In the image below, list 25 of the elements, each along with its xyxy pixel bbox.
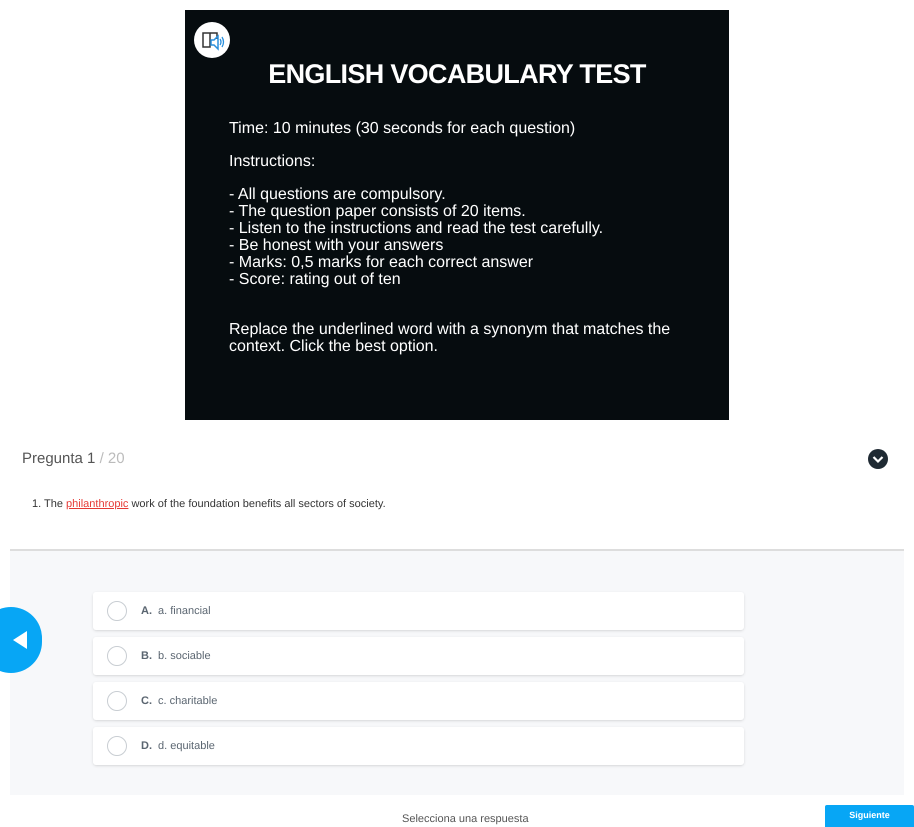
- rule-line: - The question paper consists of 20 items.: [229, 203, 527, 220]
- rule-line: - Score: rating out of ten: [229, 271, 402, 288]
- triangle-left-icon: [13, 631, 27, 649]
- task-text: Replace the underlined word with a synonym that matches the context. Click the best option.: [229, 321, 672, 355]
- status-text: Selecciona una respuesta: [402, 812, 529, 827]
- radio-button[interactable]: [107, 736, 127, 756]
- rule-line: - Marks: 0,5 marks for each correct answer: [229, 254, 534, 271]
- audio-book-icon[interactable]: [194, 22, 230, 58]
- rule-line: - Be honest with your answers: [229, 237, 444, 254]
- radio-button[interactable]: [107, 601, 127, 621]
- answer-option[interactable]: C. c. charitable: [93, 682, 744, 720]
- answer-option[interactable]: A. a. financial: [93, 592, 744, 630]
- question-number: Pregunta 1: [22, 450, 96, 467]
- answer-option[interactable]: D. d. equitable: [93, 727, 744, 765]
- answer-option[interactable]: B. b. sociable: [93, 637, 744, 675]
- instructions-heading: Instructions:: [229, 153, 316, 170]
- slide-title: ENGLISH VOCABULARY TEST: [267, 58, 648, 91]
- radio-button[interactable]: [107, 691, 127, 711]
- radio-button[interactable]: [107, 646, 127, 666]
- rule-line: - Listen to the instructions and read the test carefully.: [229, 220, 604, 237]
- chevron-down-icon[interactable]: [868, 449, 888, 470]
- time-text: Time: 10 minutes (30 seconds for each question): [229, 120, 576, 137]
- question-total: / 20: [100, 450, 125, 467]
- question-text: 1. The philanthropic work of the foundation benefits all sectors of society.: [31, 496, 387, 512]
- rule-line: - All questions are compulsory.: [229, 186, 447, 203]
